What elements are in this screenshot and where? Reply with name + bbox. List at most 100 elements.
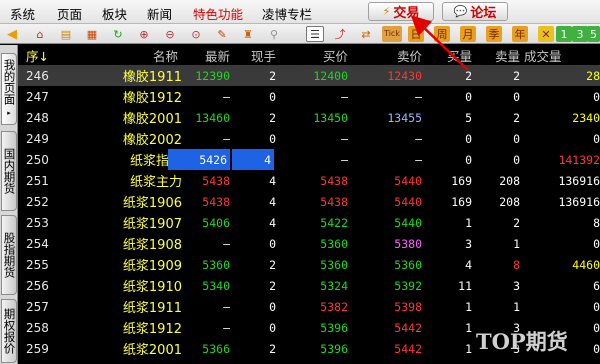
table-row[interactable]: 250 纸浆指数 5426 4— —0 0 141392 xyxy=(18,149,600,170)
menu-page[interactable]: 页面 xyxy=(57,4,82,23)
cell-ask-vol: 2 xyxy=(513,68,520,83)
cell-bid-vol: 0 xyxy=(465,152,472,167)
table-row[interactable]: 252 纸浆1906 5438 4 5438 5440 169 208 136916 xyxy=(18,191,600,212)
cell-last: — xyxy=(223,131,230,146)
cell-bid: — xyxy=(341,152,348,167)
cell-volume: 141392 xyxy=(558,152,600,167)
header-name[interactable]: 名称 xyxy=(118,45,178,65)
period-5-icon[interactable]: 5 xyxy=(587,26,600,42)
side-tab-index-futures[interactable]: 股指期货 xyxy=(1,215,17,295)
cell-bid: 5360 xyxy=(320,257,348,272)
header-last[interactable]: 最新 xyxy=(178,45,230,65)
stamp-icon[interactable]: ♜ xyxy=(240,26,256,42)
cell-cur-vol: 0 xyxy=(269,236,276,251)
header-seq[interactable]: 序↓ xyxy=(26,45,66,65)
cell-ask: 5440 xyxy=(394,173,422,188)
week-icon[interactable]: 周 xyxy=(434,26,450,42)
zoom-in-icon[interactable]: ⊕ xyxy=(136,26,152,42)
side-tab-domestic-futures[interactable]: 国内期货 xyxy=(1,131,17,211)
side-tab-my-page[interactable]: 我的页面 ▸ xyxy=(1,53,17,125)
table-row[interactable]: 248 橡胶2001 13460 2 13450 13455 5 2 2340 xyxy=(18,107,600,128)
cell-bid: 5438 xyxy=(320,173,348,188)
cell-cur-vol: 0 xyxy=(269,299,276,314)
cell-ask-vol: 2 xyxy=(513,215,520,230)
cell-ask-vol: 208 xyxy=(499,173,520,188)
cell-last: 13460 xyxy=(195,110,230,125)
period-3-icon[interactable]: 3 xyxy=(572,26,588,42)
cell-seq: 257 xyxy=(26,299,49,314)
month-icon[interactable]: 月 xyxy=(460,26,476,42)
cell-ask-vol: 208 xyxy=(499,194,520,209)
menu-news[interactable]: 新闻 xyxy=(147,4,172,23)
cell-bid-vol: 11 xyxy=(458,278,472,293)
cell-bid: 5422 xyxy=(320,215,348,230)
cell-bid: 12400 xyxy=(313,68,348,83)
back-arrow-icon[interactable]: ◀ xyxy=(4,26,20,42)
tick-icon[interactable]: Tick xyxy=(382,26,402,42)
trade-button[interactable]: ⚡ 交易 xyxy=(368,2,434,21)
period-1-icon[interactable]: 1 xyxy=(556,26,572,42)
pin-icon[interactable]: ⚲ xyxy=(266,26,282,42)
table-row[interactable]: 253 纸浆1907 5406 4 5422 5440 1 2 8 xyxy=(18,212,600,233)
trade-button-label: 交易 xyxy=(393,6,420,21)
cell-ask: 5360 xyxy=(394,257,422,272)
pencil-icon[interactable]: ✎ xyxy=(214,26,230,42)
list-view-icon[interactable]: ☰ xyxy=(306,26,324,42)
table-row[interactable]: 247 橡胶1912—0— —0 0 0 xyxy=(18,86,600,107)
cell-seq: 251 xyxy=(26,173,49,188)
cell-cur-vol: 4 xyxy=(269,215,276,230)
zoom-out-icon[interactable]: ⊖ xyxy=(162,26,178,42)
cell-seq: 249 xyxy=(26,131,49,146)
table-row[interactable]: 249 橡胶2002—0— —0 0 0 xyxy=(18,128,600,149)
header-cur-vol[interactable]: 现手 xyxy=(230,45,276,65)
cell-seq: 258 xyxy=(26,320,49,335)
cell-volume: 0 xyxy=(593,89,600,104)
menu-lingbo-column[interactable]: 凌博专栏 xyxy=(262,4,312,23)
day-icon[interactable]: 日 xyxy=(408,26,424,42)
home-icon[interactable]: ⌂ xyxy=(32,26,48,42)
header-ask-vol[interactable]: 卖量 xyxy=(476,45,520,65)
refresh-icon[interactable]: ↻ xyxy=(110,26,126,42)
chart-toggle-icon[interactable]: ⇄ xyxy=(358,26,374,42)
cell-cur-vol: 4 xyxy=(269,173,276,188)
table-row[interactable]: 246 橡胶1911 12390 2 12400 12430 2 2 28 xyxy=(18,65,600,86)
cell-ask: 12430 xyxy=(387,68,422,83)
table-row[interactable]: 256 纸浆1910 5340 2 5324 5392 11 3 6 xyxy=(18,275,600,296)
cell-seq: 252 xyxy=(26,194,49,209)
cell-ask: — xyxy=(415,131,422,146)
menu-system[interactable]: 系统 xyxy=(10,4,35,23)
header-volume[interactable]: 成交量 xyxy=(524,45,600,65)
menu-special-features[interactable]: 特色功能 xyxy=(193,4,243,23)
cell-volume: 0 xyxy=(593,299,600,314)
cell-volume: 28 xyxy=(586,68,600,83)
season-icon[interactable]: 季 xyxy=(486,26,502,42)
cell-cur-vol: 2 xyxy=(269,257,276,272)
year-icon[interactable]: 年 xyxy=(512,26,528,42)
database-icon[interactable]: ▤ xyxy=(58,26,74,42)
cell-last: 5426 xyxy=(168,149,230,170)
table-row[interactable]: 254 纸浆1908—0 5360 5380 3 1 0 xyxy=(18,233,600,254)
table-row[interactable]: 257 纸浆1911—0 5382 5398 1 1 0 xyxy=(18,296,600,317)
header-bid-vol[interactable]: 买量 xyxy=(428,45,472,65)
cell-volume: 8 xyxy=(593,215,600,230)
header-bid[interactable]: 买价 xyxy=(280,45,348,65)
cell-bid-vol: 4 xyxy=(465,257,472,272)
cell-bid-vol: 1 xyxy=(465,341,472,356)
zoom-fit-icon[interactable]: ⊙ xyxy=(188,26,204,42)
cell-last: — xyxy=(223,320,230,335)
header-ask[interactable]: 卖价 xyxy=(352,45,422,65)
line-chart-icon[interactable]: ⤴ xyxy=(332,26,348,42)
table-row[interactable]: 255 纸浆1909 5360 2 5360 5360 4 8 4460 xyxy=(18,254,600,275)
menu-sector[interactable]: 板块 xyxy=(102,4,127,23)
cell-bid: 13450 xyxy=(313,110,348,125)
table-row[interactable]: 251 纸浆主力 5438 4 5438 5440 169 208 136916 xyxy=(18,170,600,191)
side-tab-options-quotes[interactable]: 期权报价 xyxy=(1,299,17,363)
cell-bid-vol: 169 xyxy=(451,194,472,209)
cell-ask: — xyxy=(415,89,422,104)
cell-seq: 256 xyxy=(26,278,49,293)
multi-icon[interactable]: ✕ xyxy=(538,26,554,42)
cell-volume: 0 xyxy=(593,236,600,251)
ticker-icon[interactable]: ▦ xyxy=(84,26,100,42)
forum-button[interactable]: 💬 论坛 xyxy=(442,2,508,21)
cell-cur-vol: 2 xyxy=(269,278,276,293)
